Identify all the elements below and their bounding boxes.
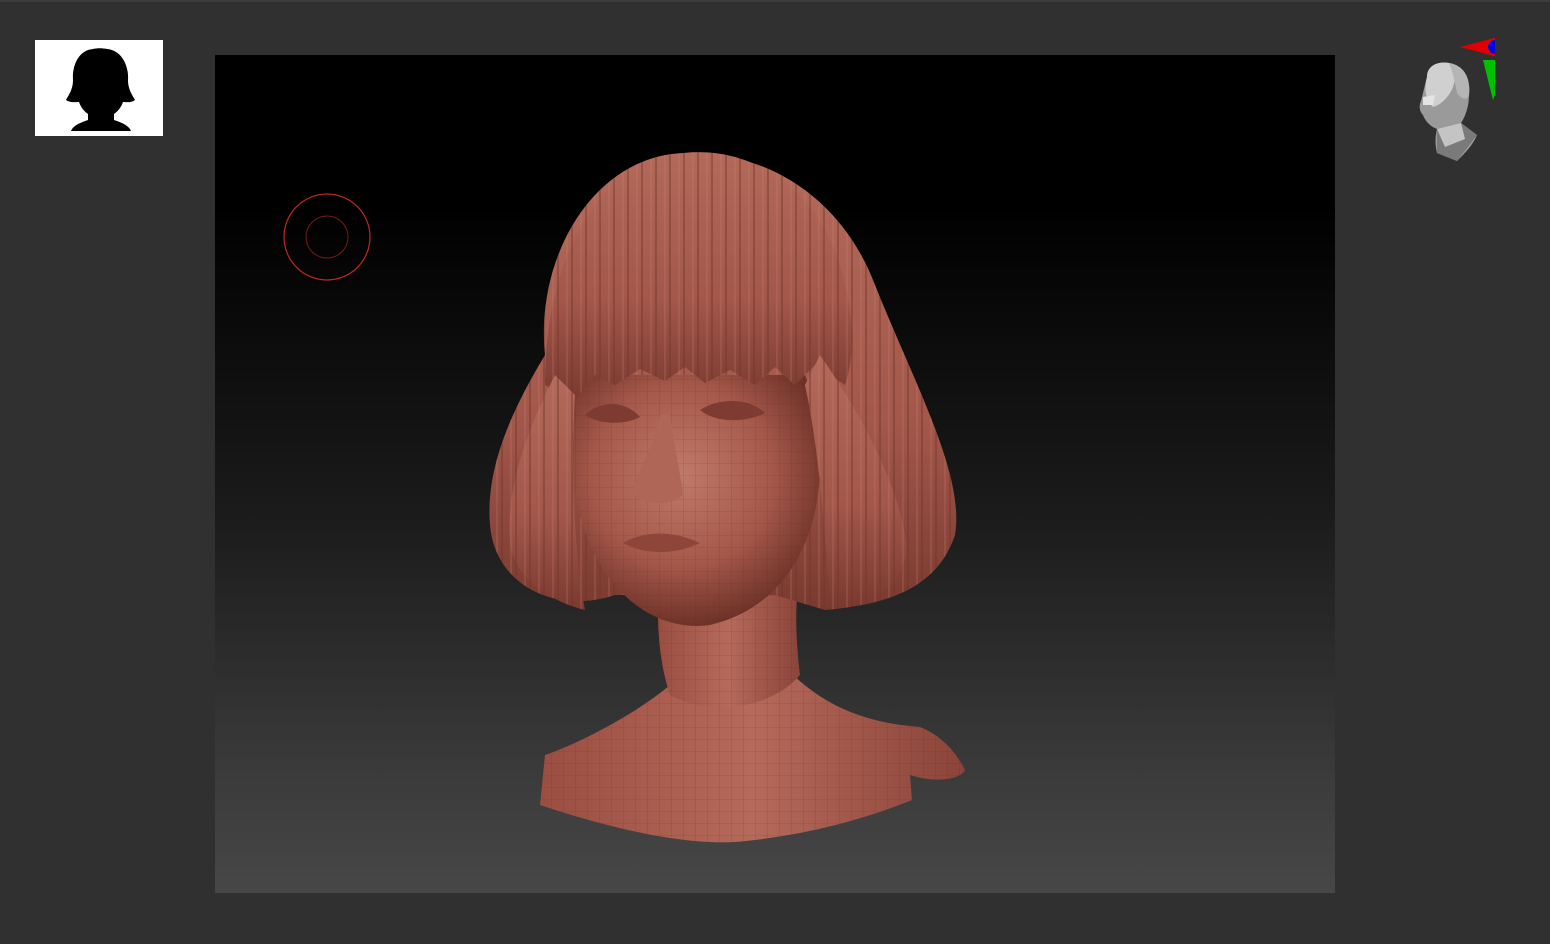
brush-circle-icon [283,193,371,281]
brush-cursor [282,192,372,282]
navigation-head-gizmo-icon [1419,37,1495,161]
axis-y-arrow-icon [1483,60,1495,100]
top-border [0,0,1550,2]
sculpt-model [489,152,965,843]
gizmo-head-icon [1419,62,1477,161]
thumbnail-silhouette-view[interactable] [35,40,163,136]
hair-bangs [545,152,852,400]
female-bust-silhouette-icon [35,40,163,136]
navigation-gizmo[interactable] [1405,35,1495,170]
zbrush-document-window [0,0,1550,944]
3d-viewport-canvas[interactable] [215,55,1335,893]
